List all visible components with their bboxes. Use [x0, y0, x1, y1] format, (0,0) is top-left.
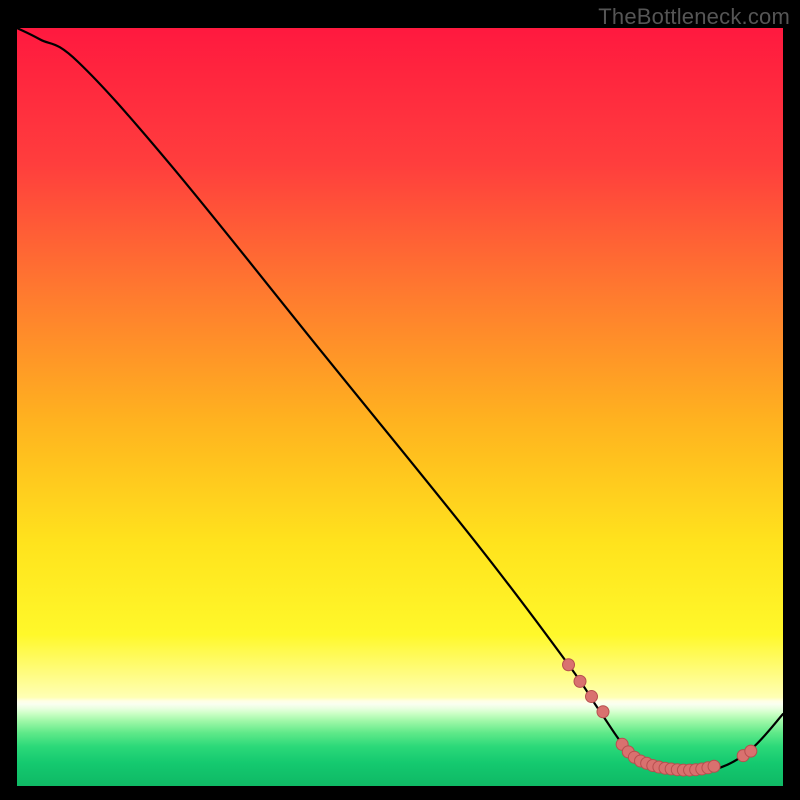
- chart-stage: TheBottleneck.com: [0, 0, 800, 800]
- plot-area: [17, 28, 783, 786]
- watermark-text: TheBottleneck.com: [598, 4, 790, 30]
- gradient-background: [17, 28, 783, 786]
